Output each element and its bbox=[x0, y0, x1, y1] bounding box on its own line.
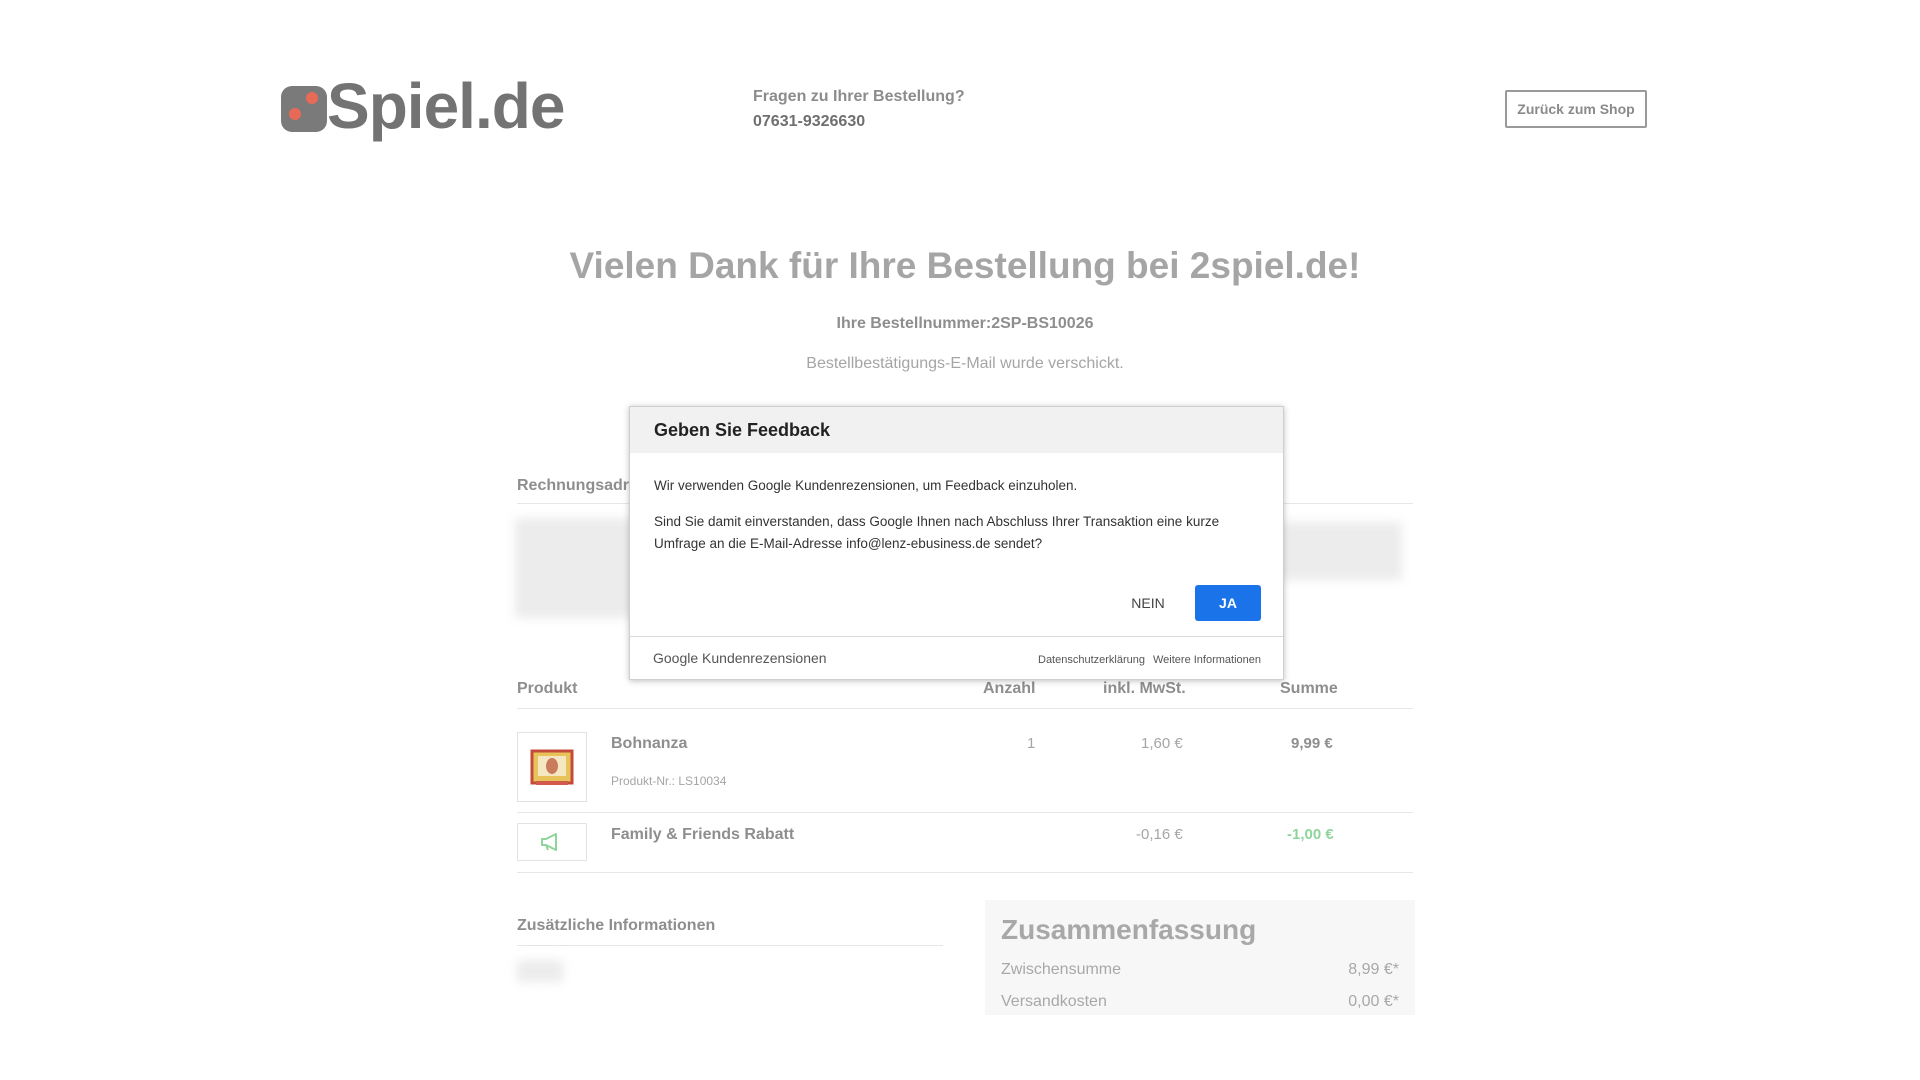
subtotal-label: Zwischensumme bbox=[1001, 961, 1122, 978]
dialog-title: Geben Sie Feedback bbox=[654, 420, 831, 440]
logo-dice-icon bbox=[281, 86, 327, 132]
discount-name: Family & Friends Rabatt bbox=[611, 826, 795, 843]
dialog-consent-text: Sind Sie damit einverstanden, dass Googl… bbox=[654, 514, 1220, 551]
dialog-intro-text: Wir verwenden Google Kundenrezensionen, … bbox=[654, 478, 1078, 493]
col-vat: inkl. MwSt. bbox=[1103, 680, 1186, 697]
product-sum: 9,99 € bbox=[1291, 735, 1333, 752]
product-thumbnail-bohnanza[interactable] bbox=[517, 732, 587, 802]
accept-button[interactable]: JA bbox=[1195, 585, 1261, 621]
dialog-footer-divider bbox=[630, 636, 1283, 637]
decline-button[interactable]: NEIN bbox=[1118, 585, 1178, 621]
col-sum: Summe bbox=[1280, 680, 1338, 697]
discount-vat: -0,16 € bbox=[1136, 826, 1183, 843]
billing-address-blurred bbox=[515, 518, 635, 618]
product-name[interactable]: Bohnanza bbox=[611, 735, 687, 753]
additional-info-divider bbox=[517, 945, 943, 946]
google-reviews-brand: Google Kundenrezensionen bbox=[653, 650, 827, 666]
more-info-link[interactable]: Weitere Informationen bbox=[1153, 654, 1261, 666]
col-quantity: Anzahl bbox=[983, 680, 1036, 697]
row-divider bbox=[517, 812, 1413, 813]
logo-text: Spiel.de bbox=[327, 70, 565, 142]
billing-address-heading: Rechnungsadr bbox=[517, 477, 630, 494]
summary-title: Zusammenfassung bbox=[1001, 914, 1257, 945]
discount-sum: -1,00 € bbox=[1287, 826, 1334, 843]
dialog-header: Geben Sie Feedback bbox=[630, 407, 1283, 453]
order-questions-label: Fragen zu Ihrer Bestellung? bbox=[753, 88, 965, 105]
shipping-label: Versandkosten bbox=[1001, 993, 1107, 1010]
site-logo[interactable]: Spiel.de bbox=[281, 74, 581, 142]
order-number: Ihre Bestellnummer:2SP-BS10026 bbox=[836, 315, 1094, 332]
additional-info-heading: Zusätzliche Informationen bbox=[517, 917, 716, 934]
shipping-address-blurred bbox=[1282, 522, 1402, 580]
product-vat: 1,60 € bbox=[1141, 735, 1183, 752]
megaphone-icon bbox=[541, 833, 557, 851]
discount-thumbnail bbox=[517, 823, 587, 861]
shipping-value: 0,00 €* bbox=[1348, 993, 1399, 1010]
feedback-dialog: Geben Sie Feedback Wir verwenden Google … bbox=[629, 406, 1284, 680]
product-sku: Produkt-Nr.: LS10034 bbox=[611, 774, 727, 788]
back-to-shop-button[interactable]: Zurück zum Shop bbox=[1505, 90, 1647, 128]
support-phone[interactable]: 07631-9326630 bbox=[753, 113, 865, 131]
email-notice: Bestellbestätigungs-E-Mail wurde verschi… bbox=[806, 355, 1124, 372]
additional-info-blurred bbox=[517, 960, 563, 982]
row-divider bbox=[517, 872, 1413, 873]
summary-panel: Zusammenfassung Zwischensumme 8,99 €* Ve… bbox=[985, 900, 1415, 1015]
col-product: Produkt bbox=[517, 680, 578, 697]
product-qty: 1 bbox=[1027, 735, 1036, 752]
table-header-divider bbox=[517, 708, 1413, 709]
subtotal-value: 8,99 €* bbox=[1348, 961, 1399, 978]
thank-you-title: Vielen Dank für Ihre Bestellung bei 2spi… bbox=[569, 245, 1361, 286]
bohnanza-box-image bbox=[530, 749, 574, 785]
privacy-link[interactable]: Datenschutzerklärung bbox=[1038, 654, 1145, 666]
